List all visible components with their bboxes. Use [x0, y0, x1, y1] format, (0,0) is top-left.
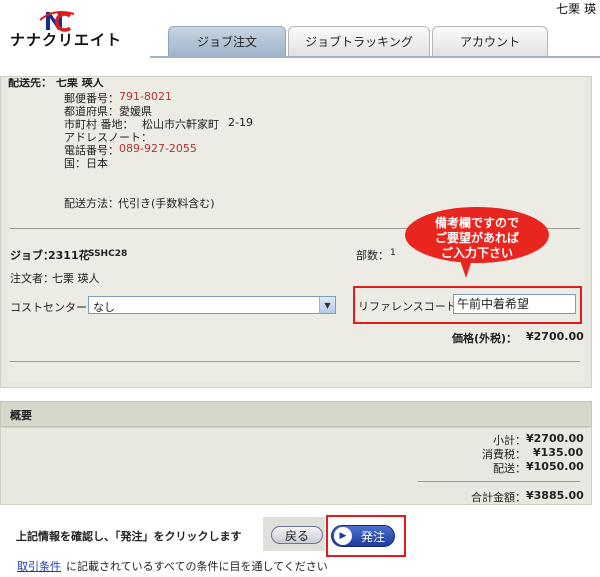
total-divider [418, 481, 580, 482]
shipping-fee-value: ¥1050.00 [526, 460, 584, 473]
tab-job-order[interactable]: ジョブ注文 [168, 26, 286, 56]
postal-value: 791-8021 [119, 90, 172, 103]
job-name: 2311花 [48, 249, 90, 262]
divider [10, 361, 580, 362]
total-value: ¥3885.00 [526, 489, 584, 502]
cost-center-selected: なし [93, 301, 115, 314]
callout-line-3: ご入力下さい [441, 245, 513, 260]
cost-center-select[interactable]: なし ▼ [88, 296, 336, 314]
orderer-value: 七栗 瑛人 [52, 272, 100, 285]
confirm-instruction: 上記情報を確認し、「発注」をクリックします [16, 530, 242, 543]
order-button[interactable]: ▶ 発注 [331, 525, 395, 547]
terms-text: に記載されているすべての条件に目を通してください [66, 560, 328, 573]
summary-header [0, 401, 592, 427]
total-label: 合計金額： [471, 491, 526, 504]
shipping-method-label: 配送方法： [64, 197, 119, 210]
country-label: 国： [64, 157, 86, 170]
tab-bar-line [150, 56, 600, 58]
back-button[interactable]: 戻る [271, 526, 323, 544]
reference-code-input[interactable]: 午前中着希望 [453, 294, 576, 314]
phone-value: 089-927-2055 [119, 142, 197, 155]
order-button-label: 発注 [361, 529, 386, 544]
shipping-method-value: 代引き(手数料含む) [118, 197, 215, 210]
city-value: 松山市六軒家町 [142, 118, 219, 131]
summary-title: 概要 [10, 409, 32, 422]
subtotal-value: ¥2700.00 [526, 432, 584, 445]
copies-label: 部数： [356, 249, 389, 262]
country-value: 日本 [86, 157, 108, 170]
callout-line-1: 備考欄ですので [435, 215, 519, 230]
callout-bubble: 備考欄ですので ご要望があれば ご入力下さい [405, 207, 549, 278]
reference-label: リファレンスコード： [358, 300, 468, 313]
price-label: 価格(外税)： [452, 332, 518, 345]
orderer-label: 注文者： [10, 272, 54, 285]
callout-line-2: ご要望があれば [435, 230, 519, 245]
city-number: 2-19 [228, 116, 253, 129]
user-name: 七栗 瑛 [556, 2, 596, 16]
tax-value: ¥135.00 [533, 446, 584, 459]
shipping-fee-label: 配送： [493, 462, 526, 475]
cost-center-label: コストセンター： [10, 301, 98, 314]
logo-text: ナナクリエイト [10, 31, 123, 49]
tab-account[interactable]: アカウント [432, 26, 548, 56]
chevron-down-icon[interactable]: ▼ [319, 297, 335, 313]
terms-link[interactable]: 取引条件 [17, 558, 61, 574]
copies-value: 1 [390, 248, 396, 258]
play-icon: ▶ [334, 527, 352, 545]
price-value: ¥2700.00 [526, 330, 584, 343]
tab-job-tracking[interactable]: ジョブトラッキング [288, 26, 430, 56]
job-code: SSHC28 [88, 249, 128, 259]
